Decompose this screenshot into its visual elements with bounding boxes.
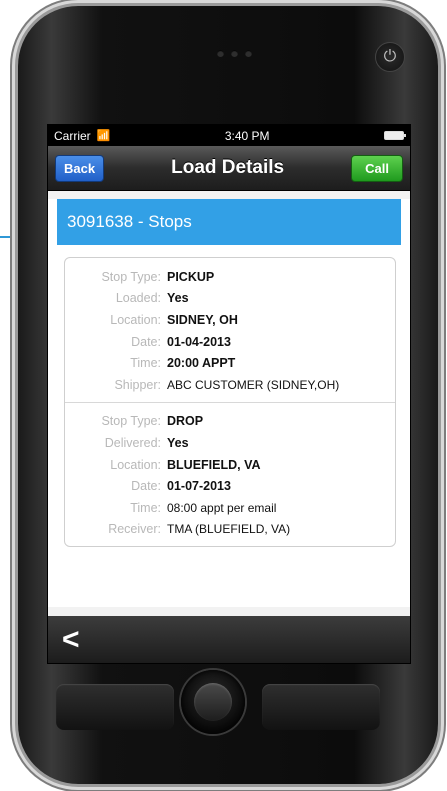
field-value: ABC CUSTOMER (SIDNEY,OH) bbox=[167, 377, 340, 392]
detail-row: Shipper: ABC CUSTOMER (SIDNEY,OH) bbox=[65, 374, 395, 396]
detail-row: Time: 20:00 APPT bbox=[65, 352, 395, 374]
field-value: 08:00 appt per email bbox=[167, 500, 277, 515]
detail-row: Delivered: Yes bbox=[65, 432, 395, 454]
detail-row: Date: 01-04-2013 bbox=[65, 331, 395, 353]
field-value: 01-04-2013 bbox=[167, 334, 231, 349]
field-value: SIDNEY, OH bbox=[167, 312, 238, 327]
call-button[interactable]: Call bbox=[351, 154, 403, 182]
back-button[interactable]: Back bbox=[55, 154, 105, 182]
nav-bar: Back Load Details Call bbox=[48, 146, 410, 191]
field-label: Date: bbox=[131, 334, 161, 349]
speaker-grille bbox=[217, 50, 252, 57]
status-time: 3:40 PM bbox=[224, 128, 270, 143]
status-bar: Carrier 📶 3:40 PM bbox=[48, 125, 410, 146]
field-label: Stop Type: bbox=[101, 414, 161, 429]
detail-row: Receiver: TMA (BLUEFIELD, VA) bbox=[65, 519, 395, 541]
field-label: Stop Type: bbox=[101, 269, 161, 284]
field-value: DROP bbox=[167, 414, 204, 429]
stops-list: Stop Type: PICKUP Loaded: Yes Location: SID… bbox=[64, 257, 396, 548]
detail-row: Loaded: Yes bbox=[65, 288, 395, 310]
carrier-label: Carrier bbox=[54, 128, 91, 143]
field-value: BLUEFIELD, VA bbox=[167, 457, 261, 472]
field-label: Time: bbox=[130, 356, 161, 371]
field-value: 20:00 APPT bbox=[167, 356, 236, 371]
field-label: Delivered: bbox=[104, 435, 161, 450]
section-header: 3091638 - Stops bbox=[57, 199, 401, 245]
battery-icon bbox=[383, 131, 406, 140]
field-value: PICKUP bbox=[167, 269, 215, 284]
field-label: Location: bbox=[110, 312, 161, 327]
field-label: Location: bbox=[110, 457, 161, 472]
field-label: Receiver: bbox=[108, 522, 161, 537]
detail-row: Location: SIDNEY, OH bbox=[65, 309, 395, 331]
field-label: Loaded: bbox=[115, 291, 161, 306]
right-hardware-key[interactable] bbox=[262, 684, 380, 730]
content-area: 3091638 - Stops Stop Type: PICKUP Loaded:… bbox=[48, 199, 410, 607]
bottom-toolbar: < bbox=[48, 616, 410, 663]
page-title: Load Details bbox=[171, 157, 285, 178]
wifi-icon: 📶 bbox=[96, 130, 111, 142]
field-label: Date: bbox=[131, 479, 161, 494]
detail-row: Stop Type: PICKUP bbox=[65, 266, 395, 288]
field-value: TMA (BLUEFIELD, VA) bbox=[167, 522, 291, 537]
field-value: Yes bbox=[167, 291, 189, 306]
field-value: Yes bbox=[167, 435, 189, 450]
home-button[interactable] bbox=[181, 670, 245, 734]
stop-card[interactable]: Stop Type: PICKUP Loaded: Yes Location: SID… bbox=[65, 258, 395, 402]
detail-row: Location: BLUEFIELD, VA bbox=[65, 454, 395, 476]
phone-screen: Carrier 📶 3:40 PM Back Load Details Call… bbox=[47, 124, 411, 664]
field-value: 01-07-2013 bbox=[167, 479, 231, 494]
field-label: Time: bbox=[130, 500, 161, 515]
field-label: Shipper: bbox=[114, 377, 161, 392]
stop-card[interactable]: Stop Type: DROP Delivered: Yes Location: BL… bbox=[65, 401, 395, 547]
power-icon[interactable]: ⏻ bbox=[375, 42, 405, 72]
detail-row: Date: 01-07-2013 bbox=[65, 475, 395, 497]
detail-row: Time: 08:00 appt per email bbox=[65, 497, 395, 519]
left-hardware-key[interactable] bbox=[56, 684, 174, 730]
chevron-left-icon[interactable]: < bbox=[62, 624, 80, 655]
detail-row: Stop Type: DROP bbox=[65, 411, 395, 433]
